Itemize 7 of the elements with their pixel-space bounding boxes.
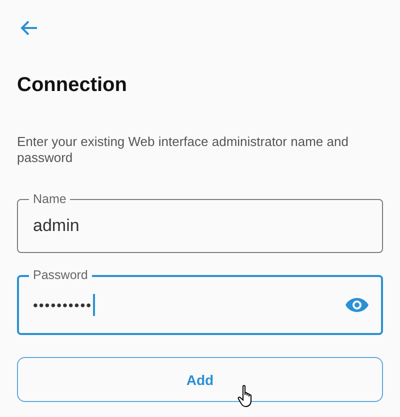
description-text: Enter your existing Web interface administrator name and password bbox=[17, 134, 350, 166]
input-field[interactable]: Password •••••••••• bbox=[17, 267, 383, 335]
back-arrow-icon[interactable] bbox=[19, 18, 39, 38]
input-field[interactable]: Name admin bbox=[17, 191, 383, 253]
text-cursor bbox=[93, 294, 96, 316]
page-title: Connection bbox=[17, 73, 128, 98]
eye-icon[interactable] bbox=[345, 297, 369, 313]
